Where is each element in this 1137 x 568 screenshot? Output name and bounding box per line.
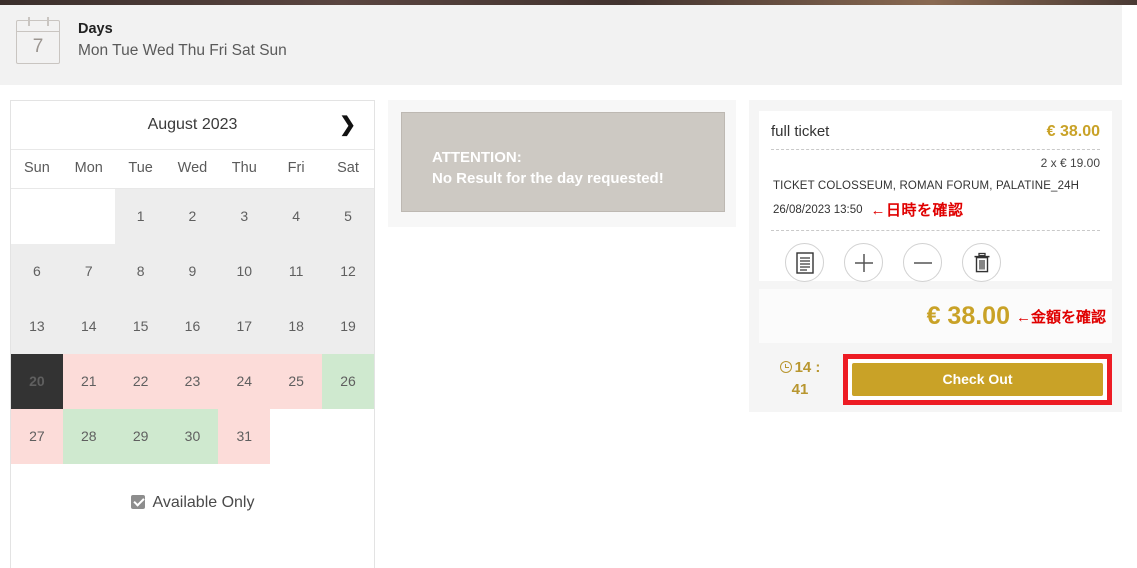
available-only-row[interactable]: Available Only <box>11 464 374 512</box>
plus-icon[interactable] <box>844 243 883 282</box>
cart-action-row <box>759 231 1112 282</box>
calendar-header: August 2023 ❯ <box>11 101 374 149</box>
session-timer: 14 : 41 <box>759 357 841 401</box>
results-panel: ATTENTION: No Result for the day request… <box>388 100 736 227</box>
calendar-day-cell[interactable]: 15 <box>114 298 167 354</box>
cart-panel: full ticket € 38.00 2 x € 19.00 TICKET C… <box>749 100 1122 412</box>
cart-item-unit-line: 2 x € 19.00 <box>1040 156 1100 170</box>
document-icon[interactable] <box>785 243 824 282</box>
calendar-day-cell[interactable]: 26 <box>322 353 374 409</box>
attention-title: ATTENTION: <box>432 149 522 166</box>
calendar-day-cell[interactable]: 10 <box>218 243 271 299</box>
trash-icon[interactable] <box>962 243 1001 282</box>
calendar-week-row: 6 7 8 9 10 11 12 <box>11 243 374 299</box>
calendar-weekday-row: Sun Mon Tue Wed Thu Fri Sat <box>11 149 374 189</box>
calendar-icon-number: 7 <box>32 36 44 57</box>
calendar-day-cell[interactable]: 28 <box>62 408 115 464</box>
days-header-text: Days Mon Tue Wed Thu Fri Sat Sun <box>78 17 287 62</box>
minus-icon[interactable] <box>903 243 942 282</box>
calendar-day-cell[interactable]: 27 <box>11 408 63 464</box>
calendar-icon-ring-left <box>28 17 30 26</box>
calendar-day-cell[interactable]: 7 <box>62 243 115 299</box>
days-header-list: Mon Tue Wed Thu Fri Sat Sun <box>78 42 287 59</box>
clock-icon <box>779 361 792 373</box>
calendar-day-cell[interactable]: 18 <box>270 298 323 354</box>
calendar-day-cell[interactable]: 21 <box>62 353 115 409</box>
calendar-body: 1 2 3 4 5 6 7 8 9 10 11 12 13 14 15 16 17 18 19 20 21 22 23 24 2… <box>11 188 374 464</box>
cart-item-datetime: 26/08/2023 13:50 <box>773 203 863 216</box>
cart-total-amount: € 38.00 <box>926 301 1010 330</box>
calendar-empty-cell <box>11 188 63 244</box>
calendar-icon-ring-right <box>47 17 49 26</box>
calendar-week-row: 12345 <box>11 188 374 244</box>
calendar-day-cell[interactable]: 6 <box>11 243 63 299</box>
calendar-day-cell[interactable]: 3 <box>218 188 271 244</box>
timer-seconds: 41 <box>791 381 809 398</box>
total-annotation: ←金額を確認 <box>1015 308 1106 326</box>
calendar-day-cell[interactable]: 23 <box>166 353 219 409</box>
cart-item-header: full ticket € 38.00 <box>759 111 1112 141</box>
calendar-week-row: 13 14 15 16 17 18 19 <box>11 298 374 354</box>
attention-box: ATTENTION: No Result for the day request… <box>401 112 725 212</box>
calendar-day-cell[interactable]: 5 <box>322 188 374 244</box>
calendar-week-row: 27 28 29 30 31 <box>11 408 374 464</box>
calendar-day-cell[interactable]: 31 <box>218 408 271 464</box>
datetime-annotation: ←日時を確認 <box>870 202 964 219</box>
calendar-day-cell[interactable]: 24 <box>218 353 271 409</box>
calendar-icon-divider <box>17 31 59 32</box>
cart-item-description: TICKET COLOSSEUM, ROMAN FORUM, PALATINE_… <box>773 180 1080 192</box>
calendar-weekday-tue: Tue <box>114 149 167 189</box>
calendar-empty-cell <box>62 188 115 244</box>
calendar-day-cell[interactable]: 25 <box>270 353 323 409</box>
calendar-week-row: 20 21 22 23 24 25 26 <box>11 353 374 409</box>
calendar-day-cell[interactable]: 29 <box>114 408 167 464</box>
calendar-day-cell[interactable]: 20 <box>11 353 63 409</box>
days-header-band: 7 Days Mon Tue Wed Thu Fri Sat Sun <box>0 5 1122 85</box>
chevron-right-icon[interactable]: ❯ <box>339 115 356 135</box>
calendar-empty-cell <box>322 408 374 464</box>
calendar-weekday-fri: Fri <box>270 149 323 189</box>
calendar-day-cell[interactable]: 16 <box>166 298 219 354</box>
calendar-weekday-sun: Sun <box>11 149 63 189</box>
calendar-day-cell[interactable]: 1 <box>114 188 167 244</box>
timer-minutes: 14 : <box>794 359 821 376</box>
cart-item-datetime-row: 26/08/2023 13:50 ←日時を確認 <box>759 192 1112 220</box>
calendar-empty-cell <box>270 408 323 464</box>
calendar-month-label: August 2023 <box>147 116 238 133</box>
calendar-day-cell[interactable]: 22 <box>114 353 167 409</box>
cart-item-price: € 38.00 <box>1046 123 1100 140</box>
calendar-grid: Sun Mon Tue Wed Thu Fri Sat 1 2 3 4 5 6 7 8 9 10 1… <box>11 149 374 464</box>
calendar-day-cell[interactable]: 2 <box>166 188 219 244</box>
calendar-day-cell[interactable]: 30 <box>166 408 219 464</box>
attention-message: No Result for the day requested! <box>432 170 664 187</box>
available-only-checkbox[interactable] <box>130 494 145 509</box>
page-root: 7 Days Mon Tue Wed Thu Fri Sat Sun Augus… <box>0 0 1137 568</box>
calendar-day-cell[interactable]: 9 <box>166 243 219 299</box>
calendar-day-cell[interactable]: 17 <box>218 298 271 354</box>
check-out-button[interactable]: Check Out <box>852 362 1103 396</box>
calendar-weekday-wed: Wed <box>166 149 219 189</box>
calendar-day-cell[interactable]: 14 <box>62 298 115 354</box>
days-header-title: Days <box>78 21 113 37</box>
checkout-row: 14 : 41 Check Out <box>759 350 1112 408</box>
calendar-day-cell[interactable]: 13 <box>11 298 63 354</box>
cart-total-card: € 38.00 ←金額を確認 <box>759 289 1112 343</box>
calendar-day-cell[interactable]: 8 <box>114 243 167 299</box>
cart-item-card: full ticket € 38.00 2 x € 19.00 TICKET C… <box>759 111 1112 282</box>
available-only-label: Available Only <box>152 493 255 511</box>
calendar-day-cell[interactable]: 12 <box>322 243 374 299</box>
calendar-icon: 7 <box>16 17 60 64</box>
calendar-day-cell[interactable]: 11 <box>270 243 323 299</box>
calendar-weekday-thu: Thu <box>218 149 271 189</box>
calendar-day-cell[interactable]: 4 <box>270 188 323 244</box>
calendar-panel: August 2023 ❯ Sun Mon Tue Wed Thu Fri Sa… <box>10 100 375 568</box>
calendar-weekday-sat: Sat <box>322 149 374 189</box>
checkout-highlight-box: Check Out <box>843 353 1112 405</box>
calendar-weekday-mon: Mon <box>62 149 115 189</box>
calendar-day-cell[interactable]: 19 <box>322 298 374 354</box>
cart-item-name: full ticket <box>771 123 830 140</box>
